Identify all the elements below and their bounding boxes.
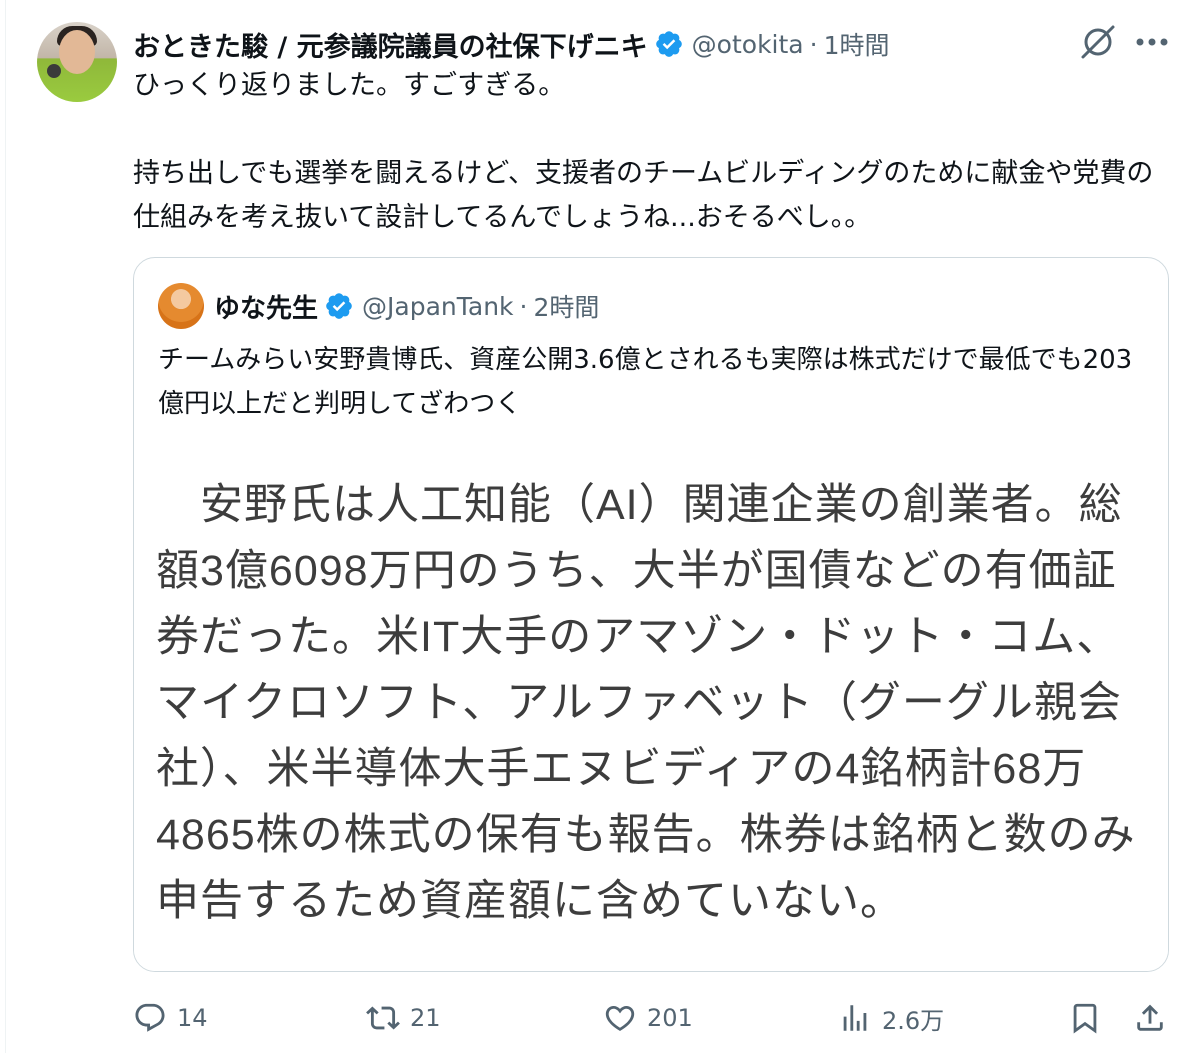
bookmark-button[interactable] — [1068, 996, 1112, 1040]
author-handle[interactable]: @otokita — [692, 30, 804, 59]
quoted-author-display-name[interactable]: ゆな先生 — [214, 288, 318, 325]
quoted-author-handle[interactable]: @JapanTank — [362, 292, 514, 321]
tweet-line-2: 持ち出しでも選挙を闘えるけど、支援者のチームビルディングのために献金や党費の仕組… — [133, 158, 1154, 233]
author-display-name[interactable]: おときた駿 / 元参議院議員の社保下げニキ — [133, 25, 648, 64]
analytics-icon — [843, 1005, 867, 1031]
author-avatar[interactable] — [37, 22, 117, 102]
verified-badge-icon — [655, 31, 682, 57]
retweet-count: 21 — [410, 1004, 441, 1032]
heart-icon — [605, 1005, 635, 1031]
tweet-timestamp[interactable]: 1時間 — [824, 26, 890, 62]
retweet-button[interactable]: 21 — [366, 996, 441, 1040]
view-count: 2.6万 — [882, 1006, 945, 1035]
tweet-line-1: ひっくり返りました。すごすぎる。 — [133, 70, 566, 101]
verified-badge-icon — [326, 293, 352, 319]
tweet-text: ひっくり返りました。すごすぎる。 持ち出しでも選挙を闘えるけど、支援者のチームビ… — [133, 64, 1173, 240]
retweet-icon — [366, 1006, 400, 1030]
share-icon — [1137, 1004, 1163, 1031]
like-count: 201 — [647, 1004, 693, 1032]
quoted-tweet-timestamp[interactable]: 2時間 — [533, 288, 599, 324]
reply-count: 14 — [177, 1004, 208, 1032]
views-button[interactable]: 2.6万 — [838, 996, 944, 1040]
like-button[interactable]: 201 — [603, 996, 693, 1040]
share-button[interactable] — [1133, 996, 1177, 1040]
tweet-header: おときた駿 / 元参議院議員の社保下げニキ @otokita · 1時間 — [133, 22, 889, 66]
more-options-icon[interactable] — [1132, 24, 1172, 60]
separator-dot: · — [809, 29, 818, 59]
tweet-action-bar: 14 21 201 2.6万 — [133, 996, 1173, 1040]
quoted-tweet-header: ゆな先生 @JapanTank · 2時間 — [158, 283, 599, 329]
quoted-tweet-image[interactable]: 安野氏は人工知能（AI）関連企業の創業者。総額3億6098万円のうち、大半が国債… — [134, 458, 1168, 971]
quoted-author-avatar[interactable] — [158, 283, 204, 329]
quoted-tweet[interactable]: ゆな先生 @JapanTank · 2時間 チームみらい安野貴博氏、資産公開3.… — [133, 257, 1169, 972]
grok-icon[interactable] — [1078, 22, 1118, 62]
reply-icon — [135, 1003, 165, 1032]
separator-dot: · — [519, 291, 528, 321]
timeline-divider — [5, 0, 6, 1053]
bookmark-icon — [1073, 1003, 1097, 1034]
quoted-tweet-text: チームみらい安野貴博氏、資産公開3.6億とされるも実際は株式だけで最低でも203… — [158, 345, 1133, 419]
reply-button[interactable]: 14 — [133, 996, 208, 1040]
image-article-text: 安野氏は人工知能（AI）関連企業の創業者。総額3億6098万円のうち、大半が国債… — [156, 481, 1136, 925]
